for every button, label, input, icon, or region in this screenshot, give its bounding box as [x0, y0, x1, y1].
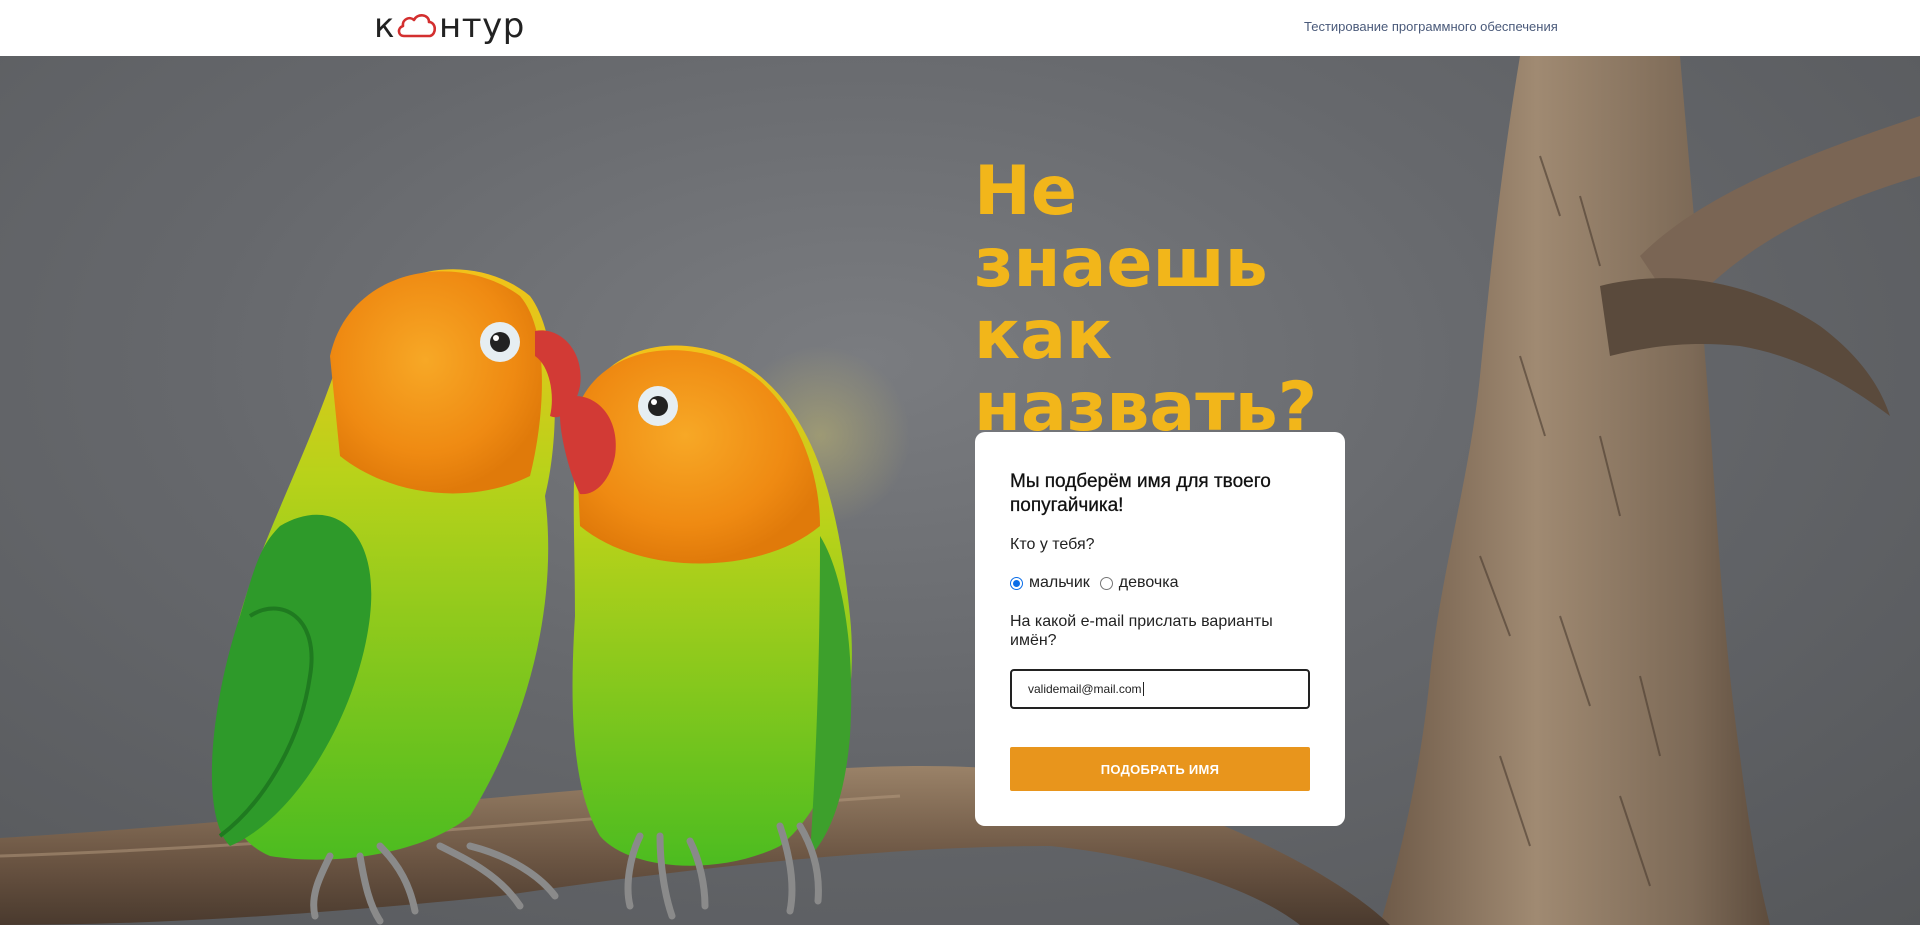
text-caret	[1142, 682, 1144, 696]
cloud-logo-icon	[397, 14, 437, 38]
hero-section: Не знаешь как назвать?	[0, 56, 1920, 925]
header-link-testing[interactable]: Тестирование программного обеспечения	[1304, 19, 1558, 34]
email-input-value: validemail@mail.com	[1028, 682, 1142, 696]
gender-radio-group: мальчик девочка	[1010, 574, 1310, 592]
logo-text-left: к	[374, 6, 396, 46]
site-header: к нтур Тестирование программного обеспеч…	[0, 0, 1920, 56]
gender-option-boy[interactable]: мальчик	[1010, 574, 1090, 592]
radio-girl-label: девочка	[1118, 574, 1179, 591]
form-title: Мы подберём имя для твоего попугайчика!	[1010, 471, 1271, 516]
parrots-background-image	[0, 56, 1920, 925]
kontur-logo[interactable]: к нтур	[374, 6, 525, 46]
email-input[interactable]: validemail@mail.com	[1010, 669, 1310, 709]
hero-headline: Не знаешь как назвать?	[974, 152, 1318, 447]
radio-girl[interactable]	[1099, 576, 1113, 590]
submit-button[interactable]: ПОДОБРАТЬ ИМЯ	[1010, 747, 1310, 791]
radio-boy-label: мальчик	[1029, 574, 1090, 591]
email-question: На какой e-mail прислать варианты имён?	[1010, 613, 1273, 649]
gender-option-girl[interactable]: девочка	[1099, 574, 1179, 592]
radio-boy[interactable]	[1010, 576, 1023, 590]
name-picker-form: Мы подберём имя для твоего попугайчика! …	[975, 432, 1345, 826]
logo-text-right: нтур	[439, 6, 525, 46]
gender-question: Кто у тебя?	[1010, 536, 1095, 553]
